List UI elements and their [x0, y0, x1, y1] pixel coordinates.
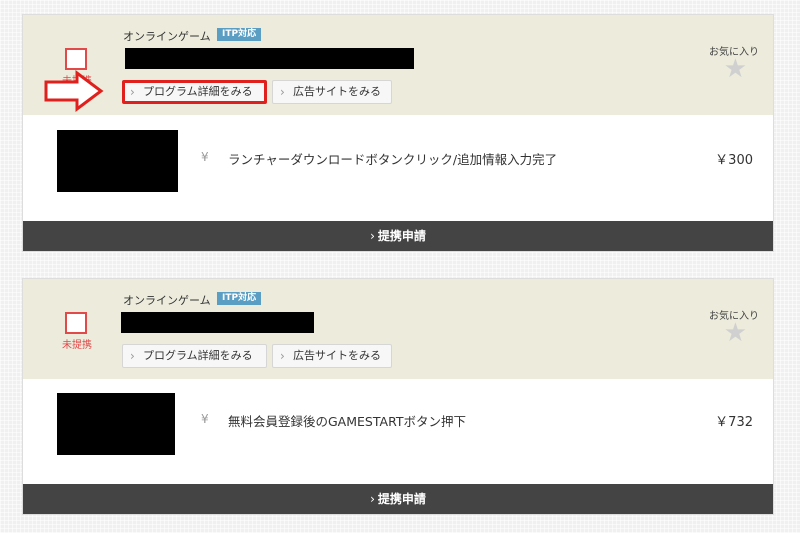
ad-site-label: 広告サイトをみる: [293, 349, 381, 362]
yen-icon: ¥: [201, 412, 209, 426]
ad-site-label: 広告サイトをみる: [293, 85, 381, 98]
offer-header: 未提携 オンラインゲーム ITP対応 › プログラム詳細をみる › 広告サイトを…: [23, 15, 773, 115]
offer-header: 未提携 オンラインゲーム ITP対応 › プログラム詳細をみる › 広告サイトを…: [23, 279, 773, 379]
program-detail-label: プログラム詳細をみる: [143, 85, 253, 98]
arrow-right-icon: [44, 70, 104, 112]
genre-label: オンラインゲーム: [123, 30, 211, 43]
reward-price: ￥300: [715, 153, 753, 168]
redacted-program-name: [125, 48, 414, 69]
redacted-thumbnail: [57, 130, 178, 192]
offer-card-1: 未提携 オンラインゲーム ITP対応 › プログラム詳細をみる › 広告サイトを…: [22, 14, 774, 252]
select-checkbox[interactable]: [65, 312, 87, 334]
conversion-action: ランチャーダウンロードボタンクリック/追加情報入力完了: [228, 152, 558, 167]
offer-card-2: 未提携 オンラインゲーム ITP対応 › プログラム詳細をみる › 広告サイトを…: [22, 278, 774, 515]
chevron-right-icon: ›: [130, 349, 135, 363]
yen-icon: ¥: [201, 150, 209, 164]
apply-label: 提携申請: [377, 492, 426, 506]
apply-button[interactable]: › 提携申請: [23, 484, 773, 514]
conversion-action: 無料会員登録後のGAMESTARTボタン押下: [228, 414, 466, 429]
ad-site-button[interactable]: › 広告サイトをみる: [272, 80, 392, 104]
status-label: 未提携: [62, 340, 92, 351]
chevron-right-icon: ›: [370, 229, 375, 243]
program-detail-button[interactable]: › プログラム詳細をみる: [122, 80, 267, 104]
program-detail-button[interactable]: › プログラム詳細をみる: [122, 344, 267, 368]
star-icon[interactable]: ★: [724, 55, 747, 83]
itp-badge: ITP対応: [217, 28, 262, 41]
chevron-right-icon: ›: [370, 492, 375, 506]
genre-label: オンラインゲーム: [123, 294, 211, 307]
apply-label: 提携申請: [377, 229, 426, 243]
itp-badge: ITP対応: [217, 292, 262, 305]
redacted-program-name: [121, 312, 314, 333]
program-detail-label: プログラム詳細をみる: [143, 349, 253, 362]
chevron-right-icon: ›: [130, 85, 135, 99]
chevron-right-icon: ›: [280, 85, 285, 99]
chevron-right-icon: ›: [280, 349, 285, 363]
apply-button[interactable]: › 提携申請: [23, 221, 773, 251]
redacted-thumbnail: [57, 393, 175, 455]
star-icon[interactable]: ★: [724, 319, 747, 347]
reward-price: ￥732: [715, 415, 753, 430]
select-checkbox[interactable]: [65, 48, 87, 70]
ad-site-button[interactable]: › 広告サイトをみる: [272, 344, 392, 368]
